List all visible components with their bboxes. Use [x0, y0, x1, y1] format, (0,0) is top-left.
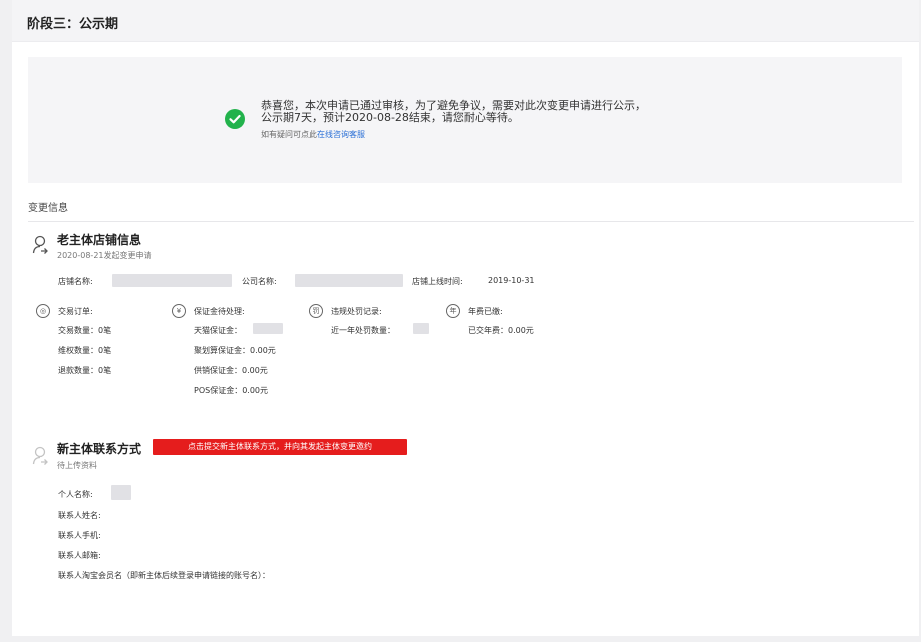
- deposit-item: 天猫保证金：: [194, 326, 242, 335]
- new-owner-title: 新主体联系方式: [57, 442, 142, 456]
- notice-text-line2: 公示期7天，预计2020-08-28结束，请您耐心等待。: [261, 111, 519, 124]
- online-service-link[interactable]: 在线咨询客服: [317, 130, 365, 139]
- violations-item: 近一年处罚数量：: [331, 326, 395, 335]
- order-icon: ◎: [36, 304, 50, 318]
- orders-item: 维权数量：0笔: [58, 346, 112, 355]
- online-time-label: 店铺上线时间:: [412, 277, 463, 286]
- annual-fee-head: 年费已缴:: [468, 307, 503, 316]
- user-arrow-icon: [32, 446, 48, 465]
- publicity-notice: 恭喜您，本次申请已通过审核，为了避免争议，需要对此次变更申请进行公示， 公示期7…: [28, 57, 902, 183]
- contact-phone-label: 联系人手机:: [58, 531, 101, 540]
- taobao-member-label: 联系人淘宝会员名（即新主体后续登录申请链接的账号名）：: [58, 571, 270, 580]
- new-owner-subtitle: 待上传资料: [57, 461, 97, 470]
- page-panel: 阶段三：公示期 恭喜您，本次申请已通过审核，为了避免争议，需要对此次变更申请进行…: [12, 0, 919, 636]
- orders-item: 退款数量：0笔: [58, 366, 112, 375]
- violations-head: 违规处罚记录:: [331, 307, 382, 316]
- personal-name-label: 个人名称:: [58, 490, 93, 499]
- penalty-count-redacted: [413, 323, 429, 334]
- personal-name-redacted: [111, 485, 131, 500]
- contact-email-label: 联系人邮箱:: [58, 551, 101, 560]
- old-owner-subtitle: 2020-08-21发起变更申请: [57, 251, 152, 260]
- stage-header: 阶段三：公示期: [12, 0, 919, 42]
- store-name-label: 店铺名称:: [58, 277, 93, 286]
- deposit-item: 聚划算保证金：0.00元: [194, 346, 276, 355]
- section-title: 变更信息: [28, 203, 68, 214]
- help-prefix: 如有疑问可点此: [261, 130, 317, 139]
- notice-help: 如有疑问可点此在线咨询客服: [261, 129, 365, 140]
- divider: [28, 221, 914, 222]
- stage-title: 阶段三：公示期: [27, 17, 119, 32]
- submit-new-owner-button[interactable]: 点击提交新主体联系方式，并向其发起主体变更邀约: [153, 439, 407, 455]
- old-owner-title: 老主体店铺信息: [57, 233, 142, 247]
- fee-icon: 年: [446, 304, 460, 318]
- annual-fee-item: 已交年费：0.00元: [468, 326, 534, 335]
- penalty-icon: 罚: [309, 304, 323, 318]
- orders-head: 交易订单:: [58, 307, 93, 316]
- orders-item: 交易数量：0笔: [58, 326, 112, 335]
- contact-name-label: 联系人姓名:: [58, 511, 101, 520]
- user-arrow-icon: [32, 235, 48, 254]
- yen-icon: ¥: [172, 304, 186, 318]
- deposit-head: 保证金待处理:: [194, 307, 245, 316]
- deposit-item: POS保证金：0.00元: [194, 386, 269, 395]
- check-circle-icon: [225, 109, 245, 129]
- company-name-redacted: [295, 274, 403, 287]
- deposit-item: 供销保证金：0.00元: [194, 366, 268, 375]
- company-name-label: 公司名称:: [242, 277, 277, 286]
- tmall-deposit-redacted: [253, 323, 283, 334]
- store-name-redacted: [112, 274, 232, 287]
- online-time-value: 2019-10-31: [488, 276, 535, 285]
